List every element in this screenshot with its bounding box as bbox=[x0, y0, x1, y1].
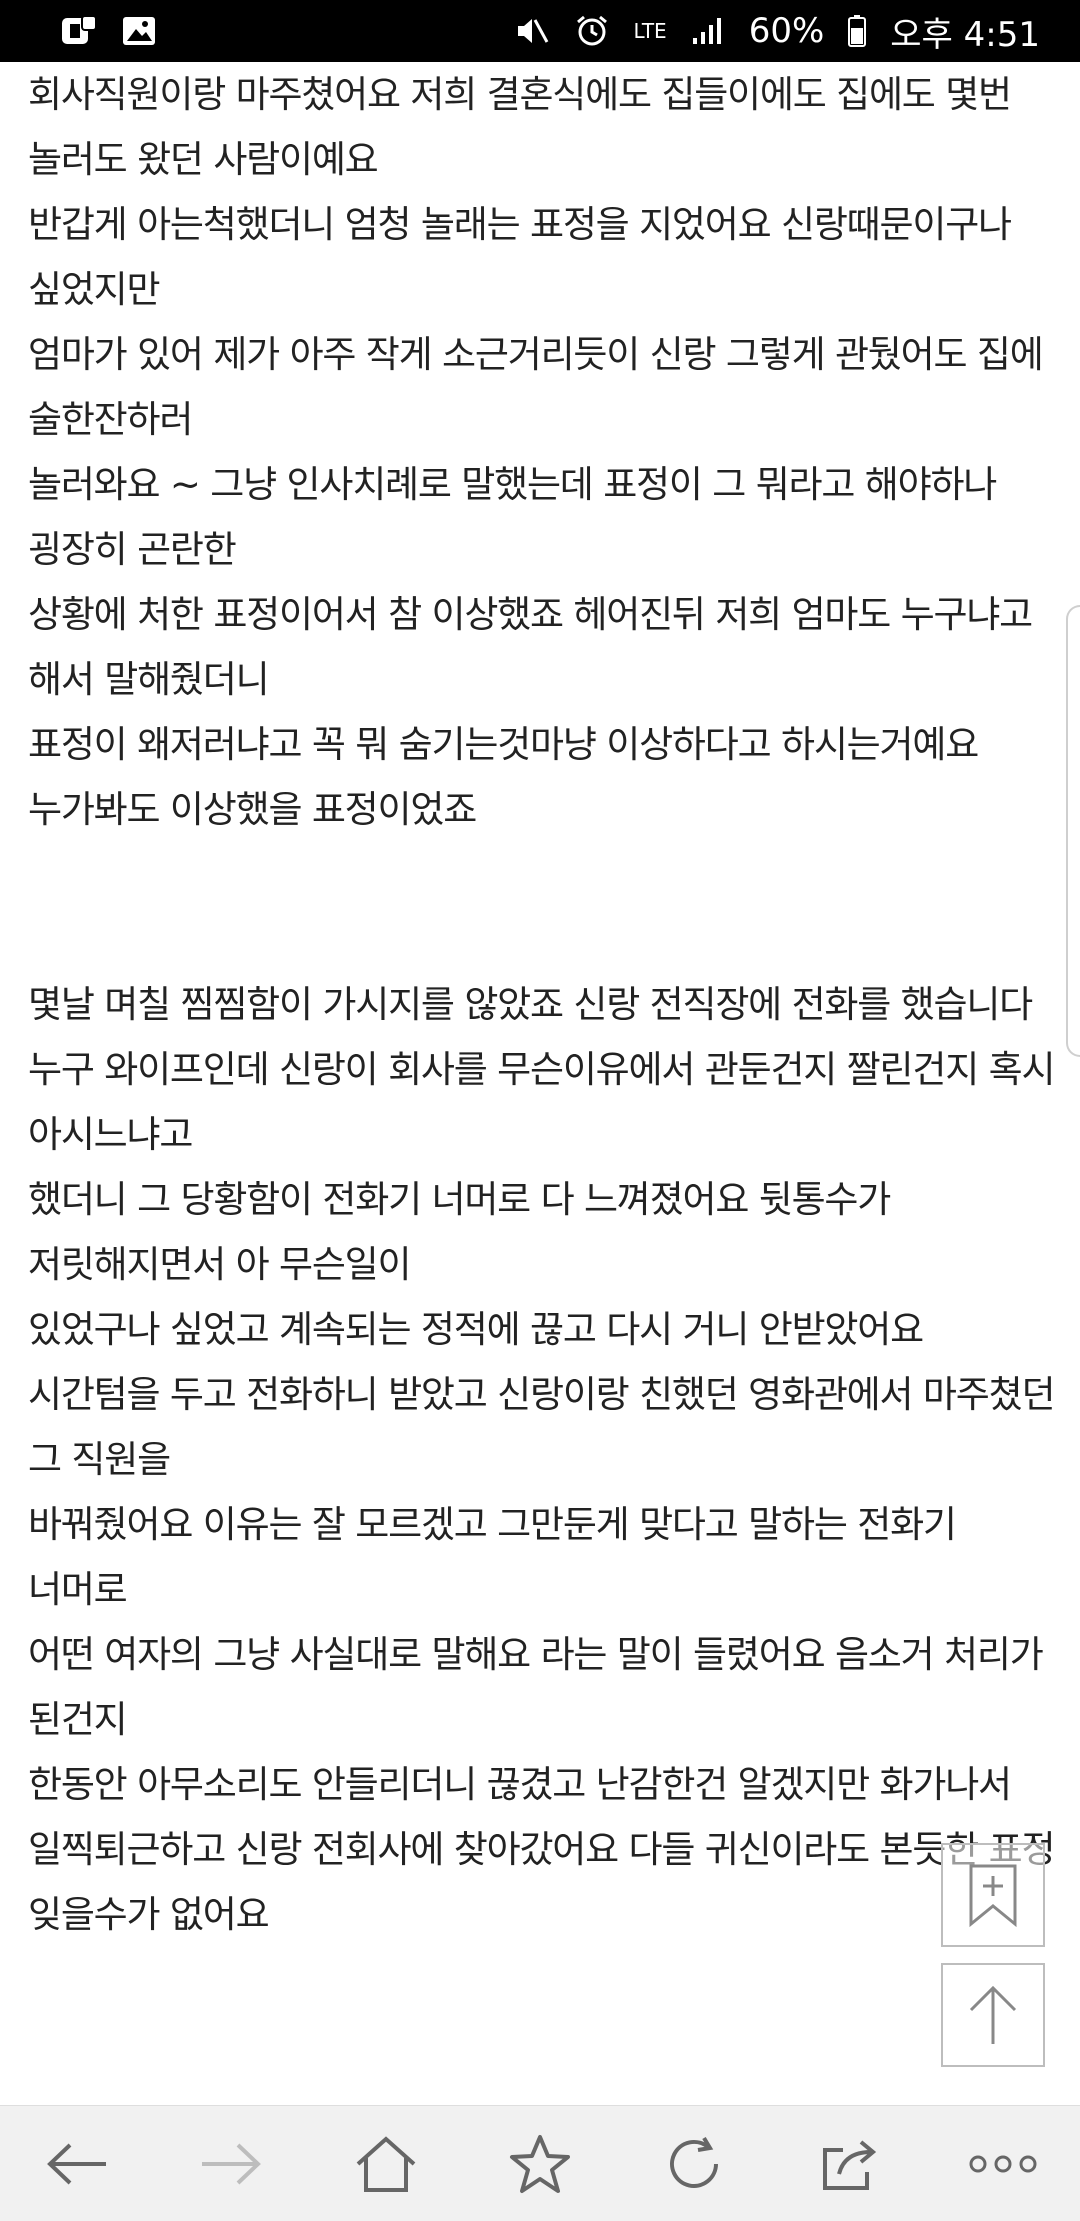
home-icon bbox=[356, 2135, 416, 2192]
paragraph: 표정이 왜저러냐고 꼭 뭐 숨기는것마냥 이상하다고 하시는거예요 누가봐도 이… bbox=[28, 723, 979, 831]
paragraph: 상황에 처한 표정이어서 참 이상했죠 헤어진뒤 저희 엄마도 누구냐고 해서 … bbox=[28, 593, 1033, 701]
paragraph: 엄마가 있어 제가 아주 작게 소근거리듯이 신랑 그렇게 관뒀어도 집에 술한… bbox=[28, 333, 1044, 441]
app-notification-icon bbox=[62, 15, 97, 44]
mute-icon bbox=[518, 19, 549, 43]
paragraph: 있었구나 싶었고 계속되는 정적에 끊고 다시 거니 안받았어요 bbox=[28, 1308, 924, 1351]
edge-panel-handle[interactable] bbox=[1066, 605, 1080, 1057]
status-right: LTE 60% 오후 4:51 bbox=[513, 7, 1040, 56]
more-button[interactable] bbox=[953, 2114, 1053, 2214]
forward-button[interactable] bbox=[181, 2114, 281, 2214]
paragraph: 일찍퇴근하고 신랑 전회사에 찾아갔어요 다들 귀신이라도 본듯한 표정 잊을수… bbox=[28, 1828, 1055, 1936]
share-button[interactable] bbox=[799, 2114, 899, 2214]
clock: 오후 4:51 bbox=[890, 14, 1040, 55]
browser-toolbar bbox=[0, 2105, 1080, 2221]
forward-icon bbox=[202, 2143, 262, 2184]
paragraph: 누구 와이프인데 신랑이 회사를 무슨이유에서 관둔건지 짤린건지 혹시 아시느… bbox=[28, 1048, 1055, 1156]
paragraph: 바꿔줬어요 이유는 잘 모르겠고 그만둔게 맞다고 말하는 전화기 너머로 bbox=[28, 1503, 957, 1611]
bookmark-star-icon bbox=[509, 2134, 570, 2193]
paragraph: 회사직원이랑 마주쳤어요 저희 결혼식에도 집들이에도 집에도 몇번 놀러도 왔… bbox=[28, 73, 1012, 181]
status-left bbox=[60, 14, 158, 48]
battery-percent: 60% bbox=[748, 11, 825, 51]
scroll-to-top-button[interactable] bbox=[941, 1963, 1045, 2067]
back-icon bbox=[47, 2143, 107, 2184]
paragraph: 몇날 며칠 찜찜함이 가시지를 않았죠 신랑 전직장에 전화를 했습니다 bbox=[28, 983, 1033, 1026]
paragraph: 했더니 그 당황함이 전화기 너머로 다 느껴졌어요 뒷통수가 저릿해지면서 아… bbox=[28, 1178, 891, 1286]
signal-icon bbox=[692, 18, 721, 44]
home-button[interactable] bbox=[336, 2114, 436, 2214]
refresh-button[interactable] bbox=[644, 2114, 744, 2214]
battery-icon bbox=[848, 15, 867, 47]
more-icon bbox=[969, 2155, 1037, 2172]
paragraph: 놀러와요 ~ 그냥 인사치례로 말했는데 표정이 그 뭐라고 해야하나 굉장히 … bbox=[28, 463, 997, 571]
alarm-icon bbox=[577, 15, 608, 46]
paragraph: 시간텀을 두고 전화하니 받았고 신랑이랑 친했던 영화관에서 마주쳤던 그 직… bbox=[28, 1373, 1055, 1481]
network-type: LTE bbox=[633, 19, 667, 43]
article-body: 회사직원이랑 마주쳤어요 저희 결혼식에도 집들이에도 집에도 몇번 놀러도 왔… bbox=[28, 62, 1058, 1947]
share-icon bbox=[822, 2139, 876, 2190]
paragraph: 한동안 아무소리도 안들리더니 끊겼고 난감한건 알겠지만 화가나서 bbox=[28, 1763, 1012, 1806]
add-bookmark-button[interactable] bbox=[941, 1843, 1045, 1947]
paragraph: 어떤 여자의 그냥 사실대로 말해요 라는 말이 들렸어요 음소거 처리가 된건… bbox=[28, 1633, 1044, 1741]
bookmark-star-button[interactable] bbox=[490, 2114, 590, 2214]
status-bar: LTE 60% 오후 4:51 bbox=[0, 0, 1080, 62]
bookmark-add-icon bbox=[969, 1864, 1017, 1928]
refresh-icon bbox=[670, 2136, 719, 2188]
back-button[interactable] bbox=[27, 2114, 127, 2214]
image-notification-icon bbox=[123, 17, 155, 45]
paragraph: 반갑게 아는척했더니 엄청 놀래는 표정을 지었어요 신랑때문이구나 싶었지만 bbox=[28, 203, 1012, 311]
arrow-up-icon bbox=[969, 1985, 1017, 2044]
